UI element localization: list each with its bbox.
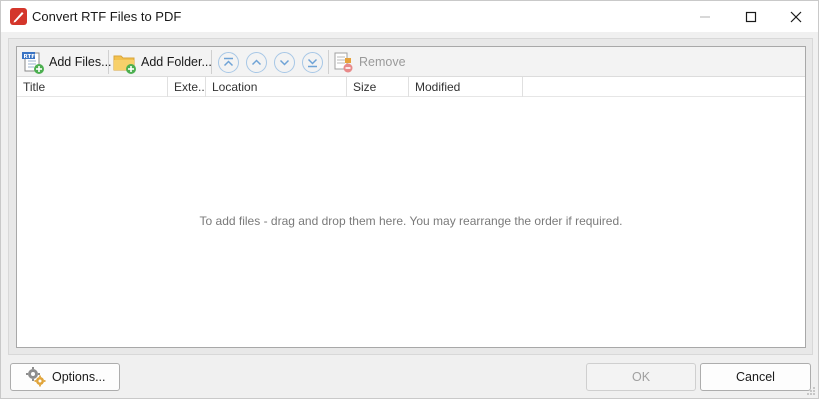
ok-label: OK xyxy=(631,370,651,384)
chevron-down-icon xyxy=(279,59,290,66)
move-down-button[interactable] xyxy=(274,52,295,73)
remove-label: Remove xyxy=(359,55,406,69)
move-up-button[interactable] xyxy=(246,52,267,73)
remove-button[interactable]: Remove xyxy=(332,48,406,76)
file-list[interactable]: RTF Add Files... Add Folder... Remove Ti… xyxy=(16,46,806,348)
column-header-row: Title Exte.. Location Size Modified xyxy=(17,77,805,97)
app-logo-icon xyxy=(10,8,27,25)
add-files-button[interactable]: RTF Add Files... xyxy=(20,48,112,76)
add-rtf-file-icon: RTF xyxy=(22,52,44,74)
close-button[interactable] xyxy=(773,1,819,32)
column-header-location[interactable]: Location xyxy=(206,77,347,97)
dialog-window: Convert RTF Files to PDF RTF Add Files..… xyxy=(0,0,819,399)
maximize-button[interactable] xyxy=(728,1,774,32)
close-icon xyxy=(790,11,802,22)
move-to-bottom-button[interactable] xyxy=(302,52,323,73)
maximize-icon xyxy=(745,11,757,22)
column-header-extension[interactable]: Exte.. xyxy=(168,77,206,97)
chevron-up-icon xyxy=(251,59,262,66)
cancel-label: Cancel xyxy=(736,370,775,384)
add-files-label: Add Files... xyxy=(49,55,112,69)
chevron-double-up-icon xyxy=(223,57,234,67)
add-folder-label: Add Folder... xyxy=(141,55,212,69)
options-label: Options... xyxy=(52,370,106,384)
column-header-size[interactable]: Size xyxy=(347,77,409,97)
resize-grip-icon[interactable] xyxy=(806,386,816,396)
add-folder-icon xyxy=(113,55,136,74)
move-to-top-button[interactable] xyxy=(218,52,239,73)
ok-button[interactable]: OK xyxy=(586,363,696,391)
gears-icon xyxy=(26,367,46,387)
minimize-button[interactable] xyxy=(682,1,728,32)
options-button[interactable]: Options... xyxy=(10,363,120,391)
column-header-modified[interactable]: Modified xyxy=(409,77,523,97)
column-header-title[interactable]: Title xyxy=(17,77,168,97)
chevron-double-down-icon xyxy=(307,58,318,68)
toolbar-separator xyxy=(108,50,109,74)
svg-text:RTF: RTF xyxy=(24,54,36,60)
window-title: Convert RTF Files to PDF xyxy=(32,9,182,24)
cancel-button[interactable]: Cancel xyxy=(700,363,811,391)
remove-file-icon xyxy=(334,52,353,73)
add-folder-button[interactable]: Add Folder... xyxy=(112,48,212,76)
empty-list-hint: To add files - drag and drop them here. … xyxy=(199,214,623,228)
list-toolbar: RTF Add Files... Add Folder... Remove xyxy=(17,47,805,77)
toolbar-separator xyxy=(211,50,212,74)
toolbar-separator xyxy=(328,50,329,74)
minimize-icon xyxy=(700,16,710,17)
title-bar[interactable]: Convert RTF Files to PDF xyxy=(1,1,818,32)
